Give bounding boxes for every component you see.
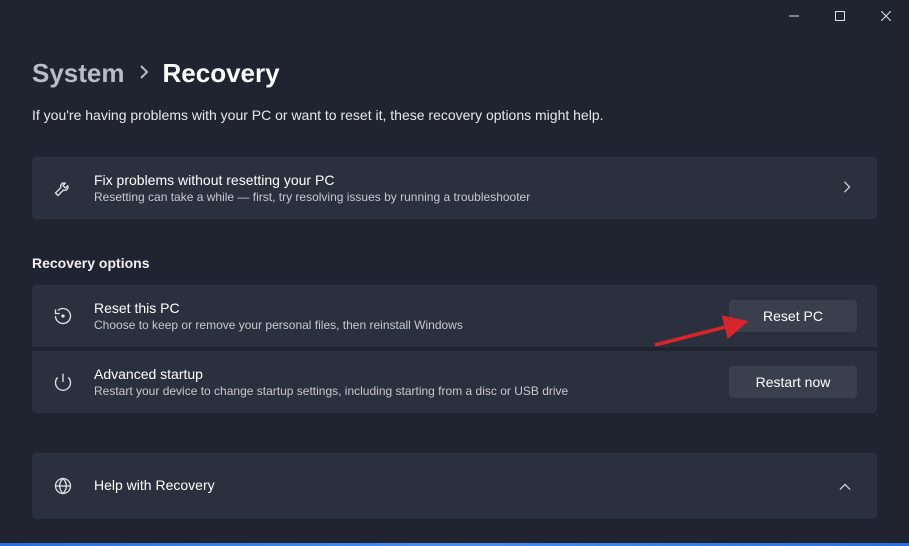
fix-problems-subtitle: Resetting can take a while — first, try …	[94, 190, 817, 204]
reset-this-pc-title: Reset this PC	[94, 300, 709, 316]
restart-now-button[interactable]: Restart now	[729, 366, 857, 398]
chevron-up-icon	[833, 479, 857, 494]
maximize-button[interactable]	[817, 0, 863, 32]
reset-icon	[52, 305, 74, 327]
close-button[interactable]	[863, 0, 909, 32]
help-with-recovery-title: Help with Recovery	[94, 477, 813, 493]
breadcrumb-parent[interactable]: System	[32, 58, 125, 89]
advanced-startup-title: Advanced startup	[94, 366, 709, 382]
chevron-right-icon	[139, 65, 149, 82]
reset-pc-button[interactable]: Reset PC	[729, 300, 857, 332]
wrench-icon	[52, 177, 74, 199]
page-title: Recovery	[163, 58, 280, 89]
fix-problems-title: Fix problems without resetting your PC	[94, 172, 817, 188]
chevron-right-icon	[837, 181, 857, 196]
intro-text: If you're having problems with your PC o…	[32, 107, 877, 123]
breadcrumb: System Recovery	[32, 58, 877, 89]
recovery-options-heading: Recovery options	[32, 255, 877, 271]
advanced-startup-subtitle: Restart your device to change startup se…	[94, 384, 709, 398]
power-icon	[52, 371, 74, 393]
fix-problems-card[interactable]: Fix problems without resetting your PC R…	[32, 157, 877, 219]
help-with-recovery-card[interactable]: Help with Recovery	[32, 453, 877, 519]
globe-help-icon	[52, 475, 74, 497]
window-titlebar	[0, 0, 909, 32]
reset-this-pc-card: Reset this PC Choose to keep or remove y…	[32, 285, 877, 347]
reset-this-pc-subtitle: Choose to keep or remove your personal f…	[94, 318, 709, 332]
minimize-button[interactable]	[771, 0, 817, 32]
advanced-startup-card: Advanced startup Restart your device to …	[32, 351, 877, 413]
